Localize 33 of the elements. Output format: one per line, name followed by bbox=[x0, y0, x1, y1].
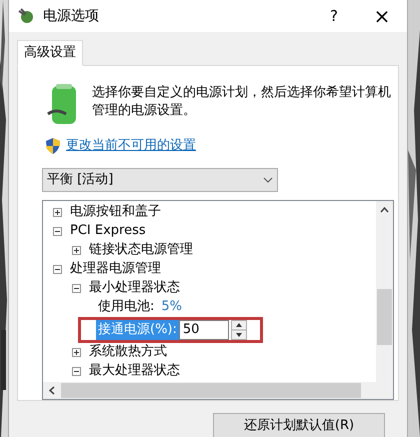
window-title: 电源选项 bbox=[43, 6, 99, 26]
chevron-down-icon bbox=[263, 176, 273, 182]
setting-value: 5% bbox=[161, 298, 182, 316]
tree-item[interactable]: 处理器电源管理 bbox=[70, 259, 161, 279]
scrollbar-thumb[interactable] bbox=[61, 382, 361, 398]
tree-item[interactable]: PCI Express bbox=[70, 221, 146, 241]
tab[interactable]: 高级设置 bbox=[17, 40, 83, 66]
power-plug-icon bbox=[17, 7, 35, 25]
scroll-up-icon[interactable] bbox=[380, 206, 389, 212]
collapse-icon[interactable] bbox=[72, 284, 81, 292]
plan-dropdown[interactable]: 平衡 [活动] bbox=[42, 168, 278, 192]
expand-icon[interactable] bbox=[72, 348, 81, 356]
tree-item[interactable]: 最大处理器状态 bbox=[89, 361, 180, 381]
collapse-icon[interactable] bbox=[53, 264, 62, 274]
close-button[interactable]: × bbox=[357, 0, 407, 32]
restore-defaults-button[interactable]: 还原计划默认值(R) bbox=[213, 412, 385, 437]
tree-item[interactable]: 链接状态电源管理 bbox=[89, 240, 193, 260]
tree-item[interactable]: 最小处理器状态 bbox=[89, 278, 180, 298]
shield-icon bbox=[46, 138, 60, 154]
value-spinner-field[interactable]: 50 bbox=[178, 320, 229, 340]
expand-icon[interactable] bbox=[72, 246, 81, 254]
description-text: 选择你要自定义的电源计划，然后选择你希望计算机管理的电源设置。 bbox=[92, 84, 392, 120]
tree-item[interactable]: 电源按钮和盖子 bbox=[70, 202, 161, 222]
tree-item[interactable]: 系统散热方式 bbox=[89, 342, 167, 362]
admin-settings-link[interactable]: 更改当前不可用的设置 bbox=[66, 136, 196, 156]
scroll-left-icon[interactable] bbox=[49, 386, 55, 394]
scrollbar-thumb[interactable] bbox=[377, 288, 392, 344]
setting-label[interactable]: 使用电池: bbox=[96, 297, 156, 317]
spin-buttons-icon[interactable] bbox=[230, 320, 247, 340]
expand-icon[interactable] bbox=[53, 208, 62, 216]
collapse-icon[interactable] bbox=[72, 366, 81, 376]
collapse-icon[interactable] bbox=[53, 226, 62, 236]
help-button[interactable]: ? bbox=[311, 0, 357, 32]
